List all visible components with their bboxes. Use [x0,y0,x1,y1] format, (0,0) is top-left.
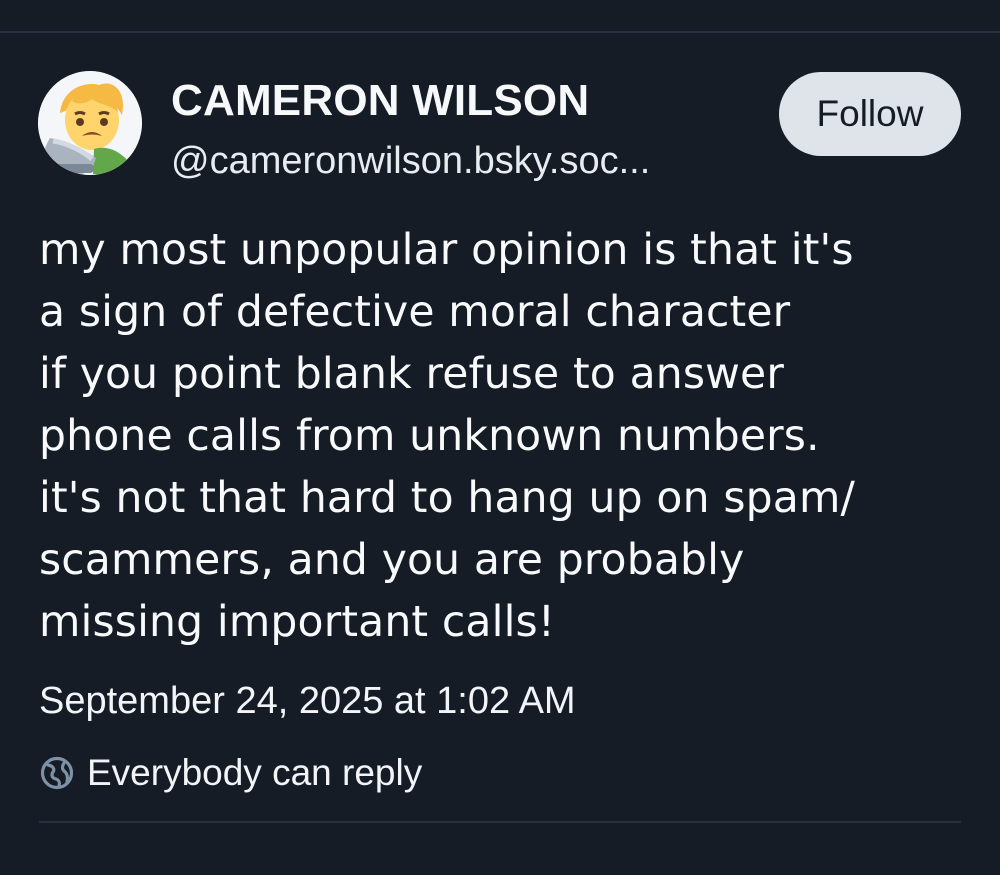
author-display-name[interactable]: CAMERON WILSON [171,76,589,126]
reply-setting[interactable]: Everybody can reply [39,748,422,798]
post-thread: CAMERON WILSON @cameronwilson.bsky.soc..… [0,33,1000,875]
globe-icon [39,755,75,791]
author-avatar[interactable] [38,71,142,175]
post-body: my most unpopular opinion is that it's a… [39,226,855,647]
laptop-worried-person-emoji-icon [38,71,142,175]
post-divider [39,821,961,823]
follow-button[interactable]: Follow [779,72,961,156]
reply-setting-label: Everybody can reply [87,752,423,793]
author-handle[interactable]: @cameronwilson.bsky.soc... [171,140,756,183]
post-timestamp[interactable]: September 24, 2025 at 1:02 AM [39,680,576,723]
